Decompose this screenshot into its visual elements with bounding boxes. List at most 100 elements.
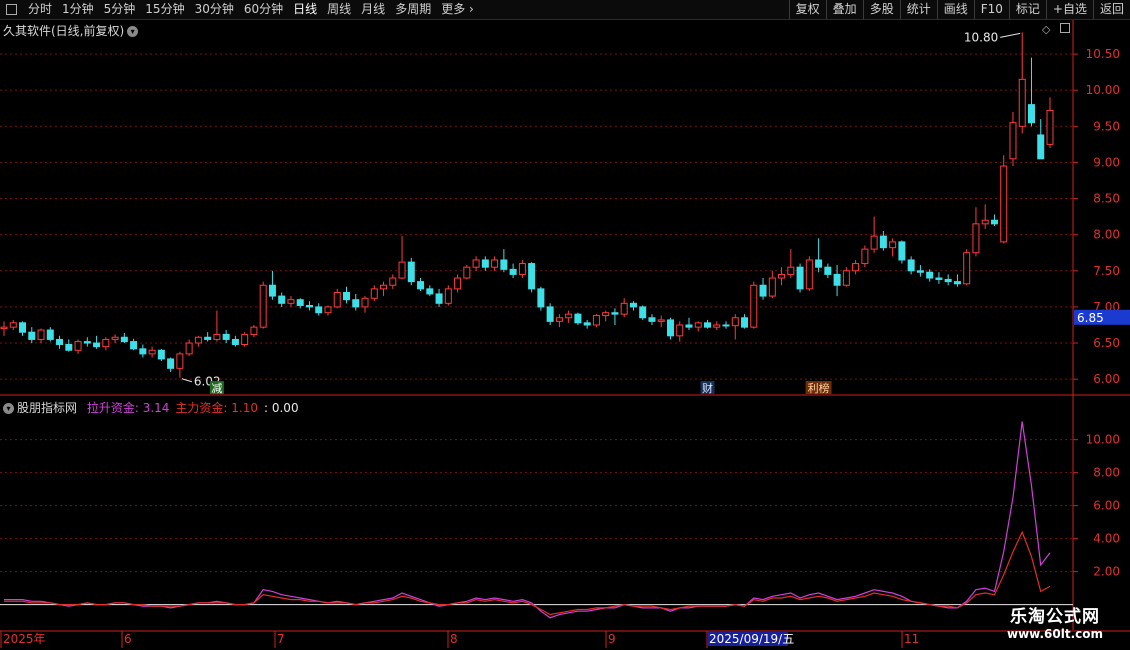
- candle-body: [620, 302, 628, 315]
- candle-body: [185, 342, 193, 355]
- candle-body: [37, 329, 45, 340]
- candle-body: [120, 336, 128, 343]
- candle-body: [241, 333, 249, 345]
- price-tick-label: 10.00: [1086, 83, 1120, 97]
- candle-body: [916, 270, 924, 273]
- candle-body: [204, 336, 212, 340]
- candle-body: [750, 284, 758, 328]
- candle-body: [176, 353, 184, 369]
- candle-body: [380, 284, 388, 290]
- candle-body: [741, 317, 749, 328]
- candle-body: [565, 313, 573, 319]
- candle-body: [481, 259, 489, 268]
- time-label: 8: [450, 632, 458, 646]
- candle-body: [611, 312, 619, 315]
- candle-body: [1009, 122, 1017, 160]
- candle-body: [805, 259, 813, 290]
- candle-body: [990, 219, 998, 225]
- candle-body: [444, 288, 452, 304]
- candle-body: [333, 291, 341, 308]
- candle-body: [546, 306, 554, 322]
- candle-body: [167, 358, 175, 369]
- candle-body: [435, 293, 443, 304]
- indicator-series-0: [4, 421, 1051, 619]
- watermark-url: www.60lt.com: [1006, 627, 1104, 641]
- candle-body: [213, 333, 221, 340]
- candle-body: [102, 338, 110, 348]
- candle-body: [926, 271, 934, 279]
- candle-body: [472, 259, 480, 268]
- price-tick-label: 9.00: [1093, 155, 1120, 169]
- candle-body: [305, 304, 313, 308]
- high-arrow-line: [1000, 32, 1021, 38]
- current-price-label: 6.85: [1077, 311, 1104, 325]
- candle-body: [629, 302, 637, 308]
- candle-body: [93, 342, 101, 348]
- time-label: 11: [904, 632, 919, 646]
- candle-body: [296, 299, 304, 306]
- candle-body: [1018, 78, 1026, 127]
- candle-body: [1000, 165, 1008, 243]
- candle-body: [1046, 109, 1054, 145]
- candle-body: [491, 259, 499, 268]
- candle-body: [250, 326, 258, 335]
- candle-body: [157, 349, 165, 360]
- candle-body: [639, 306, 647, 319]
- candle-body: [676, 324, 684, 337]
- candle-body: [815, 259, 823, 268]
- candle-body: [83, 341, 91, 344]
- candle-body: [870, 235, 878, 250]
- candle-body: [796, 266, 804, 290]
- kline-chart[interactable]: 6.006.507.007.508.008.509.009.5010.0010.…: [0, 0, 1130, 650]
- candle-body: [787, 266, 795, 275]
- candle-body: [889, 241, 897, 249]
- candle-body: [963, 252, 971, 285]
- candle-body: [861, 248, 869, 265]
- indicator-tick-label: 6.00: [1093, 499, 1120, 513]
- candle-body: [731, 317, 739, 327]
- candle-body: [666, 319, 674, 337]
- candle-body: [28, 331, 36, 340]
- candle-body: [602, 312, 610, 317]
- candle-body: [953, 281, 961, 285]
- candle-body: [417, 281, 425, 290]
- candle-body: [389, 277, 397, 286]
- candle-body: [222, 333, 230, 340]
- candle-body: [694, 322, 702, 328]
- candle-body: [722, 324, 730, 327]
- candle-body: [583, 322, 591, 326]
- candle-body: [500, 259, 508, 270]
- price-tick-label: 7.50: [1093, 264, 1120, 278]
- candle-body: [148, 349, 156, 355]
- candle-body: [537, 288, 545, 308]
- candle-body: [824, 266, 832, 275]
- candle-body: [315, 306, 323, 314]
- price-tick-label: 6.50: [1093, 336, 1120, 350]
- candle-body: [648, 317, 656, 322]
- candle-body: [139, 348, 147, 355]
- candle-body: [657, 319, 665, 322]
- candle-body: [342, 291, 350, 301]
- candle-body: [574, 313, 582, 324]
- candle-body: [398, 261, 406, 279]
- candle-body: [898, 241, 906, 261]
- indicator-tick-label: 2.00: [1093, 565, 1120, 579]
- price-tick-label: 6.00: [1093, 372, 1120, 386]
- candle-body: [528, 263, 536, 290]
- price-tick-label: 9.50: [1093, 119, 1120, 133]
- candle-body: [907, 259, 915, 272]
- candle-body: [759, 284, 767, 297]
- candle-body: [454, 277, 462, 290]
- indicator-tick-label: 10.00: [1086, 433, 1120, 447]
- indicator-series-1: [4, 530, 1051, 616]
- candle-body: [833, 273, 841, 286]
- tag-news: 利榜: [808, 381, 830, 395]
- candle-body: [426, 288, 434, 295]
- candle-body: [555, 317, 563, 322]
- candle-body: [778, 273, 786, 279]
- price-tick-label: 8.50: [1093, 192, 1120, 206]
- candle-body: [879, 235, 887, 249]
- high-price-label: 10.80: [964, 30, 998, 44]
- time-label: 6: [124, 632, 132, 646]
- candle-body: [852, 263, 860, 272]
